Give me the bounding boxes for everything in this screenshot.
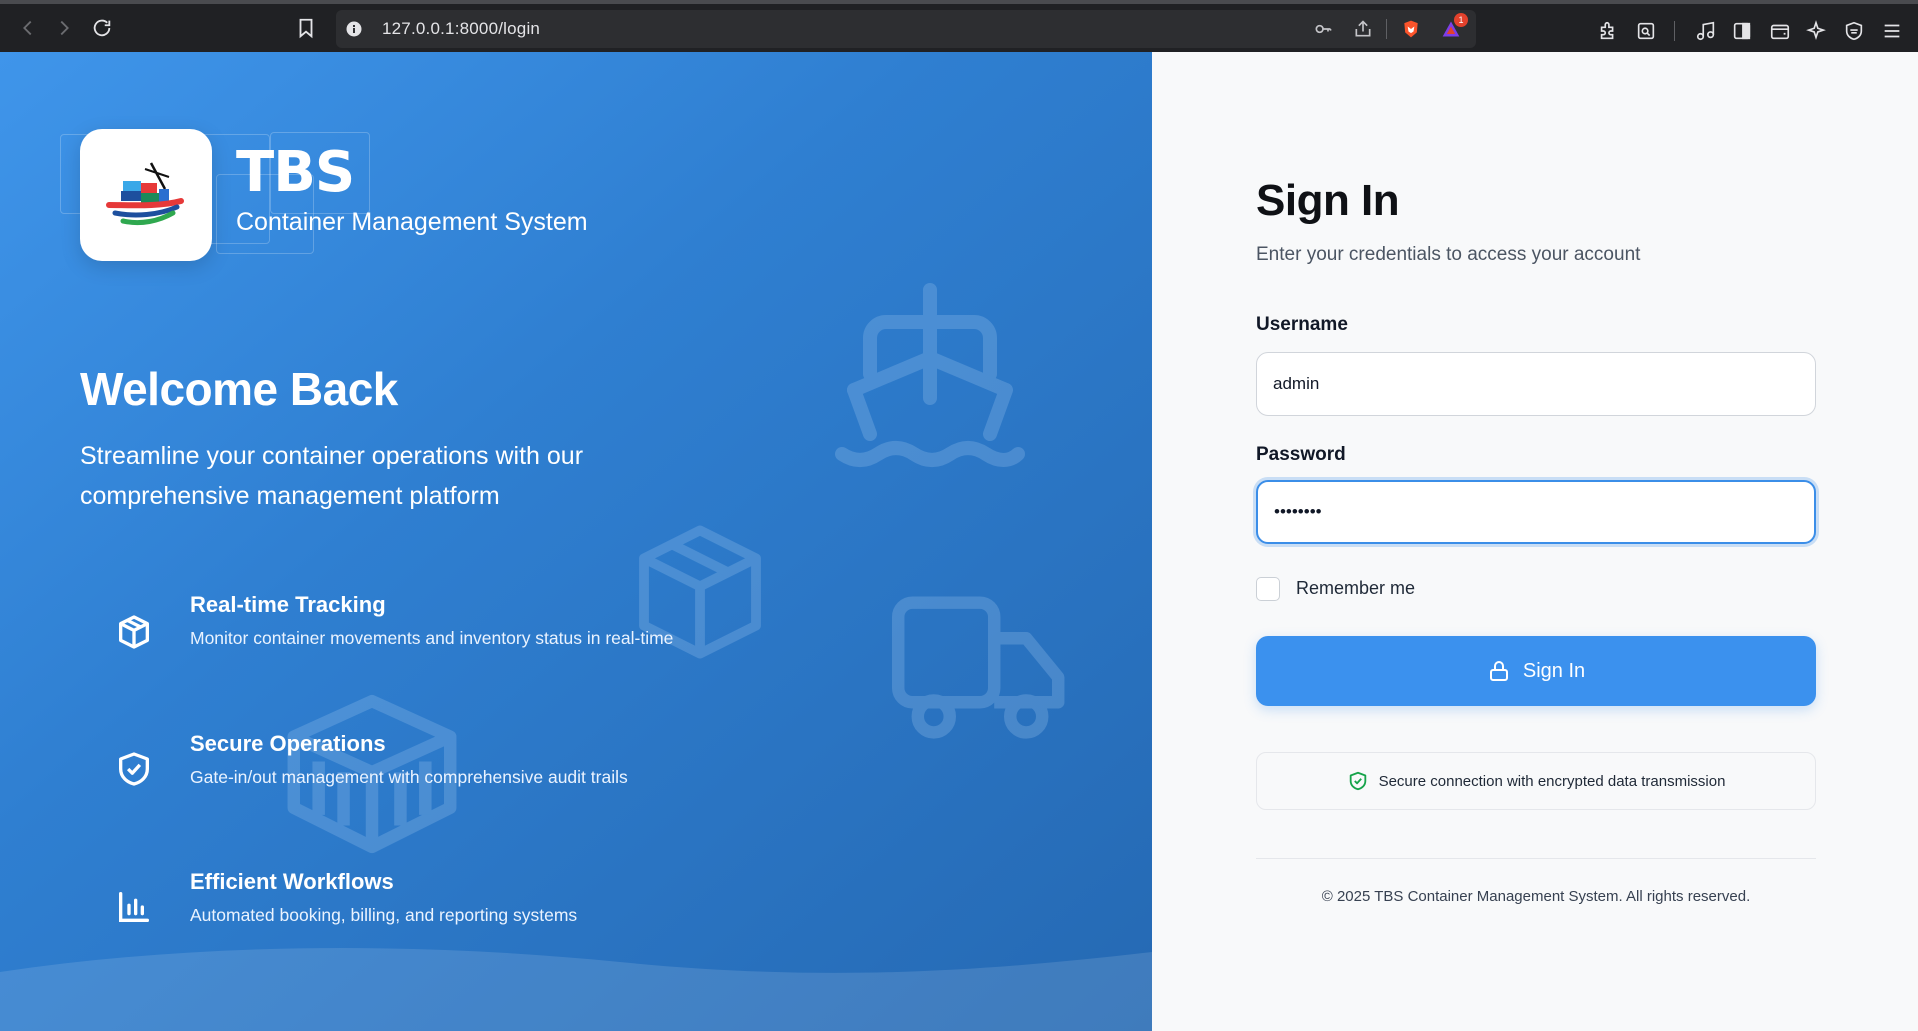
wallet-icon[interactable] bbox=[1768, 19, 1792, 43]
cube-icon bbox=[110, 608, 158, 656]
signin-panel: Sign In Enter your credentials to access… bbox=[1152, 52, 1918, 1031]
forward-button[interactable] bbox=[52, 16, 76, 40]
welcome-intro: Streamline your container operations wit… bbox=[80, 442, 584, 510]
password-label: Password bbox=[1256, 444, 1346, 465]
key-icon[interactable] bbox=[1312, 18, 1334, 40]
media-icon[interactable] bbox=[1694, 19, 1718, 43]
remember-me-checkbox[interactable] bbox=[1256, 577, 1280, 601]
ship-logo-icon bbox=[106, 162, 184, 226]
signin-button-label: Sign In bbox=[1522, 659, 1586, 682]
feature-description: Automated booking, billing, and reportin… bbox=[190, 905, 578, 925]
brand-subtitle: Container Management System bbox=[236, 208, 588, 236]
copyright-text: © 2025 TBS Container Management System. … bbox=[1321, 888, 1751, 905]
remember-me-label[interactable]: Remember me bbox=[1296, 578, 1415, 599]
share-icon[interactable] bbox=[1352, 18, 1374, 40]
chevron-right-icon bbox=[60, 20, 69, 36]
sidebar-icon[interactable] bbox=[1730, 19, 1754, 43]
browser-toolbar: 127.0.0.1:8000/login 1 bbox=[0, 0, 1918, 52]
tbs-logo bbox=[80, 129, 212, 261]
notification-badge: 1 bbox=[1454, 13, 1468, 27]
shield-check-icon bbox=[110, 745, 158, 793]
footer-divider bbox=[1256, 858, 1816, 859]
hero-panel: TBS Container Management System Welcome … bbox=[0, 52, 1152, 1031]
reload-button[interactable] bbox=[90, 16, 114, 40]
lock-icon bbox=[1489, 661, 1508, 681]
feature-description: Monitor container movements and inventor… bbox=[190, 628, 674, 648]
feature-title: Efficient Workflows bbox=[190, 869, 394, 894]
ship-icon bbox=[835, 283, 1025, 467]
signin-title: Sign In bbox=[1256, 176, 1400, 225]
wave-decoration bbox=[0, 948, 1152, 1031]
feature-title: Real-time Tracking bbox=[190, 592, 386, 617]
extensions-icon[interactable] bbox=[1596, 19, 1620, 43]
bookmark-button[interactable] bbox=[294, 16, 318, 40]
vpn-icon[interactable] bbox=[1842, 19, 1866, 43]
back-button[interactable] bbox=[16, 16, 40, 40]
bar-chart-icon bbox=[110, 883, 158, 931]
username-label: Username bbox=[1256, 314, 1348, 335]
brave-rewards-icon[interactable]: 1 bbox=[1440, 13, 1468, 40]
url-separator bbox=[1386, 19, 1387, 39]
reader-mode-icon[interactable] bbox=[1634, 19, 1658, 43]
reload-icon bbox=[93, 19, 111, 37]
brave-shields-icon[interactable] bbox=[1400, 18, 1422, 40]
secure-connection-text: Secure connection with encrypted data tr… bbox=[1378, 772, 1726, 790]
feature-title: Secure Operations bbox=[190, 731, 386, 756]
feature-description: Gate-in/out management with comprehensiv… bbox=[190, 767, 628, 787]
url-text[interactable]: 127.0.0.1:8000/login bbox=[382, 19, 540, 39]
shield-check-icon bbox=[1349, 771, 1366, 791]
password-input[interactable] bbox=[1256, 480, 1816, 544]
leo-ai-icon[interactable] bbox=[1804, 19, 1828, 43]
signin-button[interactable]: Sign In bbox=[1256, 636, 1816, 706]
info-icon[interactable] bbox=[346, 21, 362, 37]
welcome-heading: Welcome Back bbox=[80, 363, 398, 415]
toolbar-separator bbox=[1674, 21, 1675, 41]
bookmark-icon bbox=[299, 18, 313, 39]
chevron-left-icon bbox=[23, 20, 32, 36]
menu-icon[interactable] bbox=[1880, 19, 1904, 43]
address-bar[interactable]: 127.0.0.1:8000/login 1 bbox=[336, 10, 1476, 48]
brand-name: TBS bbox=[236, 140, 355, 205]
secure-connection-notice: Secure connection with encrypted data tr… bbox=[1256, 752, 1816, 810]
signin-subtitle: Enter your credentials to access your ac… bbox=[1256, 244, 1641, 265]
username-input[interactable] bbox=[1256, 352, 1816, 416]
truck-icon bbox=[892, 596, 1065, 739]
